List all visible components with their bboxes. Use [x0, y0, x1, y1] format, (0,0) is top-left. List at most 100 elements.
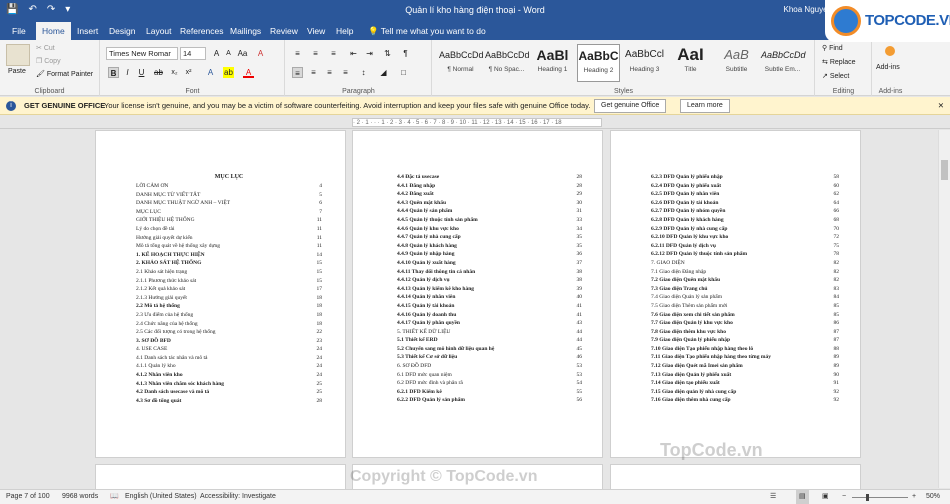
- multilevel-list-icon[interactable]: ≡: [328, 48, 339, 59]
- toc-entry[interactable]: 6.2.7 DFD Quản lý nhóm quyền 66: [651, 207, 839, 216]
- toc-entry[interactable]: 2.1 Khảo sát hiện trạng 15: [136, 267, 322, 277]
- toc-entry[interactable]: 4.2 Danh sách usecase và mô tả 25: [136, 388, 322, 397]
- toc-entry[interactable]: 5.3 Thiết kế Cơ sở dữ liệu 46: [397, 353, 582, 363]
- toc-entry[interactable]: 6.2.6 DFD Quản lý tài khoản 64: [651, 198, 839, 208]
- toc-entry[interactable]: 2.1.3 Hướng giải quyết 18: [136, 293, 322, 303]
- toc-entry[interactable]: MỤC LỤC 7: [136, 207, 322, 217]
- learn-more-button[interactable]: Learn more: [680, 99, 730, 113]
- tab-view[interactable]: View: [301, 22, 331, 40]
- toc-entry[interactable]: 7.7 Giao diện Quản lý khu vực kho 86: [651, 319, 839, 328]
- toc-entry[interactable]: 6.2.8 DFD Quản lý khách hàng 68: [651, 215, 839, 225]
- underline-button[interactable]: U: [136, 67, 147, 78]
- line-spacing-icon[interactable]: ↕: [358, 67, 369, 78]
- increase-indent-icon[interactable]: ⇥: [364, 48, 375, 59]
- toc-entry[interactable]: 2.2 Mô tả hệ thống 18: [136, 302, 322, 311]
- tab-file[interactable]: File: [6, 22, 32, 40]
- ruler-scale[interactable]: · 2 · 1 · · · 1 · 2 · 3 · 4 · 5 · 6 · 7 …: [352, 118, 602, 127]
- addins-button[interactable]: Add-ins: [876, 64, 900, 71]
- tab-layout[interactable]: Layout: [140, 22, 178, 40]
- toc-entry[interactable]: 4.1.1 Quản lý kho 24: [136, 362, 322, 372]
- toc-entry[interactable]: 5.2 Chuyển sang mô hình dữ liệu quan hệ 4…: [397, 344, 582, 354]
- toc-entry[interactable]: 7.10 Giao diện Tạo phiếu nhập hàng theo …: [651, 344, 839, 354]
- copy-button[interactable]: ❐ Copy: [36, 57, 61, 65]
- toc-entry[interactable]: 6.1 DFD mức quan niệm 53: [397, 370, 582, 380]
- toc-entry[interactable]: 4.4.4 Quản lý sản phẩm 31: [397, 207, 582, 216]
- toc-entry[interactable]: 2. KHẢO SÁT HỆ THỐNG 15: [136, 259, 322, 268]
- focus-icon[interactable]: ☰: [770, 490, 776, 504]
- toc-entry[interactable]: 4.4.11 Thay đổi thông tin cá nhân 38: [397, 267, 582, 277]
- tab-insert[interactable]: Insert: [71, 22, 104, 40]
- font-color-icon[interactable]: A: [243, 67, 254, 78]
- web-layout-icon[interactable]: ▣: [822, 490, 829, 504]
- toc-entry[interactable]: 7.8 Giao diện thêm khu vực kho 87: [651, 327, 839, 337]
- borders-icon[interactable]: □: [398, 67, 409, 78]
- toc-entry[interactable]: 1. KẾ HOẠCH THỰC HIỆN 14: [136, 250, 322, 260]
- toc-entry[interactable]: 7. GIAO DIỆN 82: [651, 258, 839, 268]
- toc-entry[interactable]: 6.2 DFD mức đỉnh và phân rã 54: [397, 379, 582, 388]
- tab-help[interactable]: Help: [330, 22, 359, 40]
- italic-button[interactable]: I: [122, 67, 133, 78]
- toc-entry[interactable]: 4.4.12 Quản lý dịch vụ 38: [397, 276, 582, 285]
- toc-entry[interactable]: 7.15 Giao diện quản lý nhà cung cấp 92: [651, 387, 839, 397]
- page-count[interactable]: Page 7 of 100: [6, 490, 50, 504]
- paste-icon[interactable]: [6, 44, 30, 66]
- toc-entry[interactable]: 7.4 Giao diện Quản lý sản phẩm 84: [651, 293, 839, 302]
- tell-me-box[interactable]: 💡 Tell me what you want to do: [368, 22, 486, 40]
- tab-references[interactable]: References: [174, 22, 229, 40]
- style-title[interactable]: AaI Title: [669, 44, 712, 82]
- toc-entry[interactable]: 4.4.1 Đăng nhập 28: [397, 181, 582, 191]
- toc-entry[interactable]: 6.2.4 DFD Quản lý phiếu xuất 60: [651, 181, 839, 191]
- style-subtle-emphasis[interactable]: AaBbCcDd Subtle Em...: [761, 44, 806, 82]
- style-heading-3[interactable]: AaBbCcl Heading 3: [623, 44, 666, 82]
- toc-entry[interactable]: 4.4.13 Quản lý kiểm kê kho hàng 39: [397, 284, 582, 294]
- toc-entry[interactable]: 4.4.3 Quên mật khẩu 30: [397, 198, 582, 208]
- toc-entry[interactable]: 6.2.10 DFD Quản lý khu vực kho 72: [651, 233, 839, 242]
- toc-entry[interactable]: 4.4.5 Quản lý thuộc tính sản phẩm 33: [397, 215, 582, 225]
- style-subtitle[interactable]: AaB Subtitle: [715, 44, 758, 82]
- shrink-font-icon[interactable]: A: [223, 48, 234, 59]
- tab-home[interactable]: Home: [36, 22, 71, 40]
- toc-entry[interactable]: 4. USE CASE 24: [136, 345, 322, 354]
- toc-entry[interactable]: 4.1.3 Nhân viên chăm sóc khách hàng 25: [136, 379, 322, 389]
- toc-entry[interactable]: 2.4 Chức năng của hệ thống 18: [136, 319, 322, 329]
- find-button[interactable]: ⚲ Find: [822, 44, 843, 52]
- toc-entry[interactable]: 7.16 Giao diện thêm nhà cung cấp 92: [651, 396, 839, 406]
- toc-entry[interactable]: 4.4.10 Quản lý xuất hàng 37: [397, 258, 582, 268]
- language[interactable]: English (United States): [125, 490, 197, 504]
- align-left-icon[interactable]: ≡: [292, 67, 303, 78]
- print-layout-icon[interactable]: ▤: [796, 490, 809, 504]
- sort-icon[interactable]: ⇅: [382, 48, 393, 59]
- zoom-slider-thumb[interactable]: [866, 494, 869, 501]
- strikethrough-button[interactable]: ab: [153, 67, 164, 78]
- zoom-level[interactable]: 50%: [926, 490, 940, 504]
- toc-entry[interactable]: 3. SƠ ĐỒ BFD 23: [136, 336, 322, 346]
- cut-button[interactable]: ✂ Cut: [36, 44, 55, 52]
- toc-entry[interactable]: 7.5 Giao diện Thêm sản phẩm mới 85: [651, 301, 839, 311]
- tab-mailings[interactable]: Mailings: [224, 22, 267, 40]
- toc-entry[interactable]: 5. THIẾT KẾ DỮ LIỆU 44: [397, 327, 582, 337]
- toc-entry[interactable]: 4.4.8 Quản lý khách hàng 35: [397, 241, 582, 251]
- decrease-indent-icon[interactable]: ⇤: [348, 48, 359, 59]
- toc-entry[interactable]: 7.11 Giao diện Tạo phiếu nhập hàng theo …: [651, 353, 839, 363]
- tab-design[interactable]: Design: [103, 22, 141, 40]
- toc-entry[interactable]: 6.2.5 DFD Quản lý nhân viên 62: [651, 190, 839, 199]
- style-no-spacing[interactable]: AaBbCcDd ¶ No Spac...: [485, 44, 530, 82]
- align-center-icon[interactable]: ≡: [308, 67, 319, 78]
- subscript-button[interactable]: x₂: [169, 67, 180, 78]
- grow-font-icon[interactable]: A: [211, 48, 222, 59]
- toc-entry[interactable]: 7.14 Giao diện tạo phiếu xuất 91: [651, 379, 839, 388]
- toc-entry[interactable]: 5.1 Thiết kế ERD 44: [397, 336, 582, 345]
- font-size-box[interactable]: 14: [180, 47, 206, 60]
- toc-entry[interactable]: 6.2.9 DFD Quản lý nhà cung cấp 70: [651, 224, 839, 234]
- toc-entry[interactable]: Hướng giải quyết dự kiến 11: [136, 233, 322, 243]
- style-heading-2[interactable]: AaBbC Heading 2: [577, 44, 620, 82]
- toc-entry[interactable]: 7.3 Giao diện Trang chủ 83: [651, 284, 839, 294]
- toc-entry[interactable]: 4.4.2 Đăng xuất 29: [397, 190, 582, 199]
- toc-entry[interactable]: 7.12 Giao diện Quét mã Imei sản phẩm 89: [651, 362, 839, 371]
- toc-entry[interactable]: 7.2 Giao diện Quên mật khẩu 82: [651, 276, 839, 285]
- accessibility-status[interactable]: Accessibility: Investigate: [200, 490, 276, 504]
- highlight-icon[interactable]: ab: [223, 67, 234, 78]
- clear-formatting-icon[interactable]: A: [255, 48, 266, 59]
- scroll-thumb[interactable]: [941, 160, 948, 180]
- zoom-in-icon[interactable]: +: [912, 490, 916, 504]
